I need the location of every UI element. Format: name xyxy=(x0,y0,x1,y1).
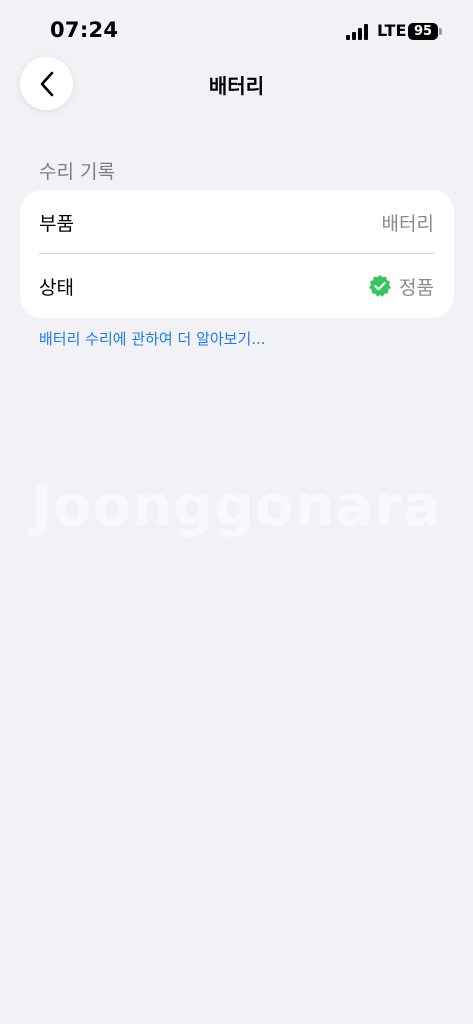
row-status: 상태 정품 xyxy=(20,254,454,318)
battery-level: 95 xyxy=(413,24,433,39)
battery-icon: 95 xyxy=(408,23,438,40)
row-part-label: 부품 xyxy=(39,212,74,235)
row-status-label: 상태 xyxy=(39,276,74,299)
row-status-value: 정품 xyxy=(399,276,434,299)
network-label: LTE xyxy=(377,21,407,40)
page-title: 배터리 xyxy=(208,74,265,98)
status-bar: 07:24 LTE 95 xyxy=(0,0,473,62)
row-part-value: 배터리 xyxy=(381,212,434,235)
battery-tip xyxy=(439,28,442,35)
row-part: 부품 배터리 xyxy=(20,190,454,254)
row-status-value-group: 정품 xyxy=(368,273,434,300)
verified-badge-icon xyxy=(369,275,391,297)
learn-more-link[interactable]: 배터리 수리에 관하여 더 알아보기... xyxy=(39,328,266,349)
section-header-repair-history: 수리 기록 xyxy=(39,161,115,183)
repair-history-card: 부품 배터리 상태 정품 xyxy=(20,190,454,318)
watermark: Joonggonara xyxy=(31,474,442,539)
signal-icon xyxy=(346,24,370,40)
status-time: 07:24 xyxy=(50,18,119,42)
screen: 07:24 LTE 95 배터리 수리 기록 부품 배터리 상태 정품 배터리 … xyxy=(0,0,473,1024)
